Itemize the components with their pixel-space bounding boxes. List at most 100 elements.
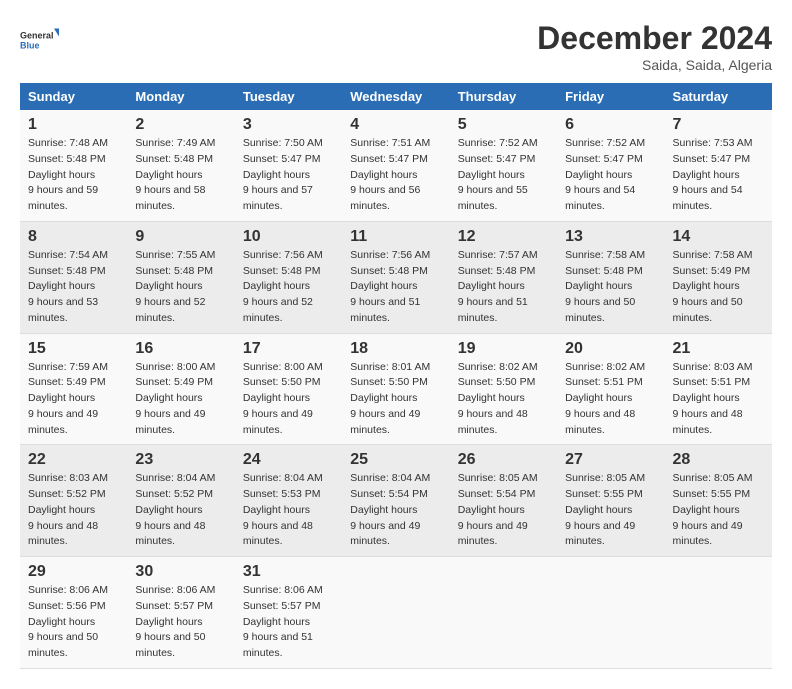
day-detail: Sunrise: 8:00 AMSunset: 5:50 PMDaylight … xyxy=(243,361,323,436)
day-cell-0-6: 7 Sunrise: 7:53 AMSunset: 5:47 PMDayligh… xyxy=(665,110,772,221)
day-cell-3-4: 26 Sunrise: 8:05 AMSunset: 5:54 PMDaylig… xyxy=(450,445,557,557)
day-cell-0-1: 2 Sunrise: 7:49 AMSunset: 5:48 PMDayligh… xyxy=(127,110,234,221)
day-number: 1 xyxy=(28,116,119,134)
day-number: 25 xyxy=(350,451,441,469)
day-number: 17 xyxy=(243,340,334,358)
day-cell-1-0: 8 Sunrise: 7:54 AMSunset: 5:48 PMDayligh… xyxy=(20,221,127,333)
svg-text:Blue: Blue xyxy=(20,41,40,51)
day-detail: Sunrise: 8:01 AMSunset: 5:50 PMDaylight … xyxy=(350,361,430,436)
day-cell-1-6: 14 Sunrise: 7:58 AMSunset: 5:49 PMDaylig… xyxy=(665,221,772,333)
weekday-header-row: SundayMondayTuesdayWednesdayThursdayFrid… xyxy=(20,83,772,110)
weekday-header-saturday: Saturday xyxy=(665,83,772,110)
day-cell-2-3: 18 Sunrise: 8:01 AMSunset: 5:50 PMDaylig… xyxy=(342,333,449,445)
day-cell-0-4: 5 Sunrise: 7:52 AMSunset: 5:47 PMDayligh… xyxy=(450,110,557,221)
day-cell-2-2: 17 Sunrise: 8:00 AMSunset: 5:50 PMDaylig… xyxy=(235,333,342,445)
day-detail: Sunrise: 8:05 AMSunset: 5:55 PMDaylight … xyxy=(565,472,645,547)
day-number: 12 xyxy=(458,228,549,246)
day-cell-4-5 xyxy=(557,557,664,669)
svg-text:General: General xyxy=(20,31,54,41)
day-number: 10 xyxy=(243,228,334,246)
day-cell-4-2: 31 Sunrise: 8:06 AMSunset: 5:57 PMDaylig… xyxy=(235,557,342,669)
day-number: 21 xyxy=(673,340,764,358)
day-number: 4 xyxy=(350,116,441,134)
day-number: 29 xyxy=(28,563,119,581)
day-detail: Sunrise: 8:06 AMSunset: 5:57 PMDaylight … xyxy=(243,584,323,659)
day-detail: Sunrise: 7:56 AMSunset: 5:48 PMDaylight … xyxy=(243,249,323,324)
day-detail: Sunrise: 7:59 AMSunset: 5:49 PMDaylight … xyxy=(28,361,108,436)
day-cell-0-5: 6 Sunrise: 7:52 AMSunset: 5:47 PMDayligh… xyxy=(557,110,664,221)
weekday-header-sunday: Sunday xyxy=(20,83,127,110)
day-number: 3 xyxy=(243,116,334,134)
day-cell-3-0: 22 Sunrise: 8:03 AMSunset: 5:52 PMDaylig… xyxy=(20,445,127,557)
day-number: 16 xyxy=(135,340,226,358)
weekday-header-friday: Friday xyxy=(557,83,664,110)
week-row-1: 1 Sunrise: 7:48 AMSunset: 5:48 PMDayligh… xyxy=(20,110,772,221)
day-detail: Sunrise: 8:02 AMSunset: 5:50 PMDaylight … xyxy=(458,361,538,436)
day-detail: Sunrise: 8:02 AMSunset: 5:51 PMDaylight … xyxy=(565,361,645,436)
day-detail: Sunrise: 7:56 AMSunset: 5:48 PMDaylight … xyxy=(350,249,430,324)
day-number: 22 xyxy=(28,451,119,469)
day-number: 18 xyxy=(350,340,441,358)
day-number: 14 xyxy=(673,228,764,246)
day-detail: Sunrise: 8:03 AMSunset: 5:51 PMDaylight … xyxy=(673,361,753,436)
day-detail: Sunrise: 7:58 AMSunset: 5:49 PMDaylight … xyxy=(673,249,753,324)
day-detail: Sunrise: 7:48 AMSunset: 5:48 PMDaylight … xyxy=(28,137,108,212)
header: General Blue December 2024 Saida, Saida,… xyxy=(20,20,772,73)
weekday-header-wednesday: Wednesday xyxy=(342,83,449,110)
day-number: 31 xyxy=(243,563,334,581)
day-number: 6 xyxy=(565,116,656,134)
day-number: 26 xyxy=(458,451,549,469)
logo-svg: General Blue xyxy=(20,20,60,60)
day-cell-2-1: 16 Sunrise: 8:00 AMSunset: 5:49 PMDaylig… xyxy=(127,333,234,445)
day-number: 13 xyxy=(565,228,656,246)
day-cell-0-3: 4 Sunrise: 7:51 AMSunset: 5:47 PMDayligh… xyxy=(342,110,449,221)
logo: General Blue xyxy=(20,20,60,60)
day-detail: Sunrise: 7:49 AMSunset: 5:48 PMDaylight … xyxy=(135,137,215,212)
day-cell-1-4: 12 Sunrise: 7:57 AMSunset: 5:48 PMDaylig… xyxy=(450,221,557,333)
day-detail: Sunrise: 7:52 AMSunset: 5:47 PMDaylight … xyxy=(565,137,645,212)
day-detail: Sunrise: 7:54 AMSunset: 5:48 PMDaylight … xyxy=(28,249,108,324)
weekday-header-monday: Monday xyxy=(127,83,234,110)
calendar-table: SundayMondayTuesdayWednesdayThursdayFrid… xyxy=(20,83,772,669)
day-detail: Sunrise: 8:06 AMSunset: 5:57 PMDaylight … xyxy=(135,584,215,659)
day-number: 28 xyxy=(673,451,764,469)
day-number: 20 xyxy=(565,340,656,358)
day-number: 24 xyxy=(243,451,334,469)
day-detail: Sunrise: 8:05 AMSunset: 5:54 PMDaylight … xyxy=(458,472,538,547)
day-number: 27 xyxy=(565,451,656,469)
week-row-5: 29 Sunrise: 8:06 AMSunset: 5:56 PMDaylig… xyxy=(20,557,772,669)
day-number: 23 xyxy=(135,451,226,469)
day-cell-3-6: 28 Sunrise: 8:05 AMSunset: 5:55 PMDaylig… xyxy=(665,445,772,557)
day-cell-4-0: 29 Sunrise: 8:06 AMSunset: 5:56 PMDaylig… xyxy=(20,557,127,669)
day-detail: Sunrise: 8:05 AMSunset: 5:55 PMDaylight … xyxy=(673,472,753,547)
day-detail: Sunrise: 8:03 AMSunset: 5:52 PMDaylight … xyxy=(28,472,108,547)
subtitle: Saida, Saida, Algeria xyxy=(537,57,772,73)
day-number: 9 xyxy=(135,228,226,246)
day-cell-4-1: 30 Sunrise: 8:06 AMSunset: 5:57 PMDaylig… xyxy=(127,557,234,669)
day-cell-1-2: 10 Sunrise: 7:56 AMSunset: 5:48 PMDaylig… xyxy=(235,221,342,333)
day-number: 30 xyxy=(135,563,226,581)
day-detail: Sunrise: 7:58 AMSunset: 5:48 PMDaylight … xyxy=(565,249,645,324)
day-detail: Sunrise: 7:52 AMSunset: 5:47 PMDaylight … xyxy=(458,137,538,212)
day-detail: Sunrise: 8:04 AMSunset: 5:54 PMDaylight … xyxy=(350,472,430,547)
weekday-header-thursday: Thursday xyxy=(450,83,557,110)
day-cell-3-2: 24 Sunrise: 8:04 AMSunset: 5:53 PMDaylig… xyxy=(235,445,342,557)
day-cell-1-5: 13 Sunrise: 7:58 AMSunset: 5:48 PMDaylig… xyxy=(557,221,664,333)
day-number: 8 xyxy=(28,228,119,246)
day-cell-3-1: 23 Sunrise: 8:04 AMSunset: 5:52 PMDaylig… xyxy=(127,445,234,557)
day-detail: Sunrise: 7:51 AMSunset: 5:47 PMDaylight … xyxy=(350,137,430,212)
day-detail: Sunrise: 8:04 AMSunset: 5:52 PMDaylight … xyxy=(135,472,215,547)
day-number: 15 xyxy=(28,340,119,358)
day-cell-2-5: 20 Sunrise: 8:02 AMSunset: 5:51 PMDaylig… xyxy=(557,333,664,445)
title-area: December 2024 Saida, Saida, Algeria xyxy=(537,20,772,73)
day-cell-2-6: 21 Sunrise: 8:03 AMSunset: 5:51 PMDaylig… xyxy=(665,333,772,445)
day-detail: Sunrise: 8:06 AMSunset: 5:56 PMDaylight … xyxy=(28,584,108,659)
day-number: 19 xyxy=(458,340,549,358)
day-cell-1-1: 9 Sunrise: 7:55 AMSunset: 5:48 PMDayligh… xyxy=(127,221,234,333)
day-cell-3-3: 25 Sunrise: 8:04 AMSunset: 5:54 PMDaylig… xyxy=(342,445,449,557)
day-number: 11 xyxy=(350,228,441,246)
day-number: 2 xyxy=(135,116,226,134)
day-number: 5 xyxy=(458,116,549,134)
day-detail: Sunrise: 7:50 AMSunset: 5:47 PMDaylight … xyxy=(243,137,323,212)
weekday-header-tuesday: Tuesday xyxy=(235,83,342,110)
